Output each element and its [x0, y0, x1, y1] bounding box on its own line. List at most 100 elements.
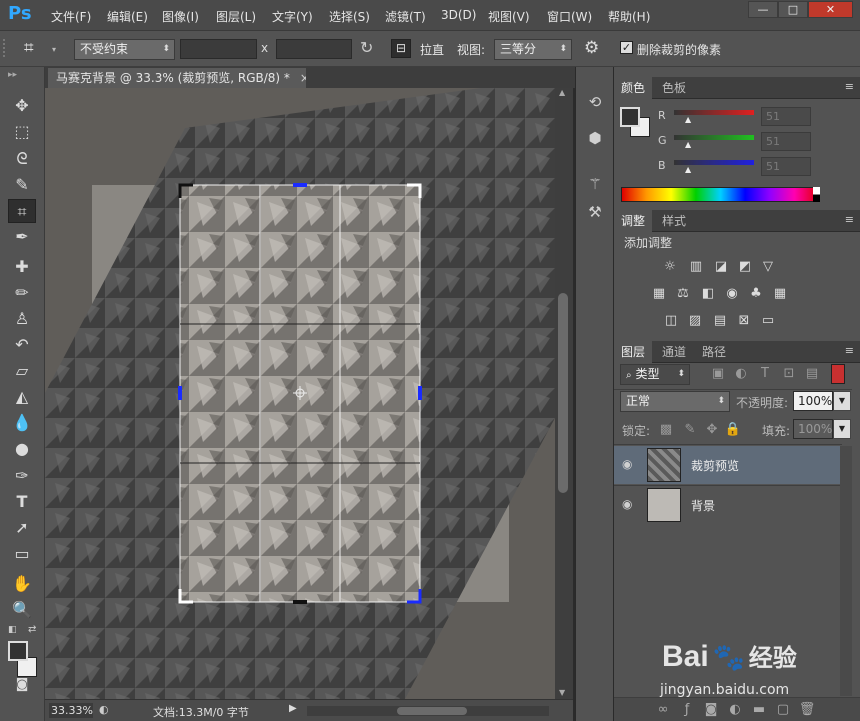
overlay-view-select[interactable]: 三等分 ⬍: [494, 39, 572, 60]
menu-image[interactable]: 图像(I): [162, 8, 199, 25]
posterize-icon[interactable]: ▨: [686, 313, 704, 329]
visibility-eye-icon[interactable]: ◉: [622, 497, 632, 511]
filter-adjustment-icon[interactable]: ◐: [732, 366, 750, 382]
close-tab-icon[interactable]: ×: [300, 71, 306, 85]
pen-tool-icon[interactable]: ✑: [8, 464, 36, 488]
menu-edit[interactable]: 编辑(E): [107, 8, 148, 25]
delete-cropped-checkbox[interactable]: ✓: [620, 41, 633, 54]
crop-tool-preset-icon[interactable]: ⌗: [24, 38, 34, 58]
straighten-label[interactable]: 拉直: [420, 41, 444, 58]
menu-3d[interactable]: 3D(D): [441, 8, 476, 22]
crop-handle-left[interactable]: [178, 386, 182, 400]
opacity-dropdown-icon[interactable]: ▼: [833, 391, 851, 411]
hand-tool-icon[interactable]: ✋: [8, 572, 36, 596]
layer-style-icon[interactable]: ƒ: [678, 702, 696, 718]
menu-help[interactable]: 帮助(H): [608, 8, 650, 25]
gradient-map-icon[interactable]: ▭: [759, 313, 777, 329]
crop-handle-right[interactable]: [418, 386, 422, 400]
menu-type[interactable]: 文字(Y): [272, 8, 313, 25]
link-layers-icon[interactable]: ∞: [654, 702, 672, 718]
status-options-icon[interactable]: ◐: [99, 703, 109, 716]
color-balance-icon[interactable]: ⚖: [674, 286, 692, 302]
close-window-button[interactable]: ✕: [808, 1, 853, 18]
default-colors-icon[interactable]: ◧: [8, 625, 17, 635]
crop-tool-icon[interactable]: ⌗: [8, 199, 36, 223]
maximize-button[interactable]: □: [778, 1, 808, 18]
tab-layers[interactable]: 图层: [614, 341, 653, 363]
new-layer-icon[interactable]: ▢: [774, 702, 792, 718]
vertical-scrollbar[interactable]: ▲ ▼: [555, 88, 573, 699]
brush-presets-icon[interactable]: ⚚: [584, 173, 606, 195]
zoom-field[interactable]: 33.33%: [49, 703, 93, 718]
stamp-tool-icon[interactable]: ♙: [8, 307, 36, 331]
3d-panel-icon[interactable]: ⬢: [584, 127, 606, 149]
filter-toggle[interactable]: [831, 364, 845, 384]
rectangle-tool-icon[interactable]: ▭: [8, 542, 36, 566]
scroll-down-icon[interactable]: ▼: [559, 688, 565, 697]
curves-icon[interactable]: ◪: [712, 259, 730, 275]
exposure-icon[interactable]: ◩: [736, 259, 754, 275]
filter-shape-icon[interactable]: ⊡: [780, 366, 798, 382]
canvas-area[interactable]: [45, 88, 555, 699]
delete-layer-icon[interactable]: 🗑: [798, 702, 816, 718]
path-select-icon[interactable]: ➚: [8, 516, 36, 540]
marquee-tool-icon[interactable]: ⬚: [8, 120, 36, 144]
scroll-up-icon[interactable]: ▲: [559, 88, 565, 97]
dodge-tool-icon[interactable]: ●: [8, 437, 36, 461]
menu-view[interactable]: 视图(V): [488, 8, 530, 25]
delete-cropped-label[interactable]: 删除裁剪的像素: [637, 41, 721, 58]
layer-row-crop-preview[interactable]: ◉ 裁剪预览: [614, 446, 840, 484]
r-value-field[interactable]: 51: [761, 107, 811, 126]
document-tab[interactable]: 马赛克背景 @ 33.3% (裁剪预览, RGB/8) * ×: [48, 68, 306, 88]
menu-select[interactable]: 选择(S): [329, 8, 370, 25]
ratio-select[interactable]: 不受约束 ⬍: [74, 39, 175, 60]
visibility-eye-icon[interactable]: ◉: [622, 457, 632, 471]
selective-color-icon[interactable]: ⊠: [735, 313, 753, 329]
vertical-scroll-thumb[interactable]: [558, 293, 568, 493]
move-tool-icon[interactable]: ✥: [8, 94, 36, 118]
quick-mask-icon[interactable]: ◙: [8, 673, 36, 697]
channel-mixer-icon[interactable]: ♣: [747, 286, 765, 302]
photo-filter-icon[interactable]: ◉: [723, 286, 741, 302]
menu-layer[interactable]: 图层(L): [216, 8, 256, 25]
fill-dropdown-icon[interactable]: ▼: [833, 419, 851, 439]
history-brush-icon[interactable]: ↶: [8, 333, 36, 357]
brush-tool-icon[interactable]: ✏: [8, 281, 36, 305]
paint-bucket-icon[interactable]: ◭: [8, 385, 36, 409]
filter-smart-icon[interactable]: ▤: [803, 366, 821, 382]
menu-window[interactable]: 窗口(W): [547, 8, 592, 25]
slider-handle-icon[interactable]: ▲: [685, 165, 691, 174]
blend-mode-select[interactable]: 正常 ⬍: [620, 391, 730, 412]
panel-menu-icon[interactable]: ≡: [845, 213, 854, 226]
lasso-tool-icon[interactable]: ᘓ: [8, 147, 36, 171]
add-mask-icon[interactable]: ◙: [702, 702, 720, 718]
horizontal-scroll-thumb[interactable]: [397, 707, 467, 715]
hue-saturation-icon[interactable]: ▦: [650, 286, 668, 302]
collapse-icon[interactable]: ▸▸: [8, 70, 17, 80]
menu-file[interactable]: 文件(F): [51, 8, 91, 25]
threshold-icon[interactable]: ▤: [711, 313, 729, 329]
canvas-svg[interactable]: [45, 88, 555, 699]
layer-row-background[interactable]: ◉ 背景: [614, 485, 840, 523]
tab-color[interactable]: 颜色: [614, 77, 653, 99]
chevron-down-icon[interactable]: ▾: [52, 45, 56, 54]
crop-height-field[interactable]: [276, 39, 352, 59]
swap-icon[interactable]: ↻: [360, 38, 373, 57]
slider-handle-icon[interactable]: ▲: [685, 140, 691, 149]
healing-tool-icon[interactable]: ✚: [8, 255, 36, 279]
tab-adjustments[interactable]: 调整: [614, 210, 653, 232]
b-value-field[interactable]: 51: [761, 157, 811, 176]
tab-channels[interactable]: 通道: [655, 341, 693, 363]
quick-select-tool-icon[interactable]: ✎: [8, 173, 36, 197]
tab-paths[interactable]: 路径: [695, 341, 733, 363]
color-fg-swatch[interactable]: [620, 107, 640, 127]
slider-handle-icon[interactable]: ▲: [685, 115, 691, 124]
layer-filter-select[interactable]: ⌕ 类型 ⬍: [620, 364, 690, 385]
crop-width-field[interactable]: [180, 39, 257, 59]
layers-scrollbar[interactable]: [840, 446, 852, 696]
crop-handle-bottom[interactable]: [293, 600, 307, 604]
fill-field[interactable]: 100%: [793, 419, 833, 439]
history-panel-icon[interactable]: ⟲: [584, 91, 606, 113]
invert-icon[interactable]: ◫: [662, 313, 680, 329]
brightness-icon[interactable]: ☼: [661, 259, 679, 275]
